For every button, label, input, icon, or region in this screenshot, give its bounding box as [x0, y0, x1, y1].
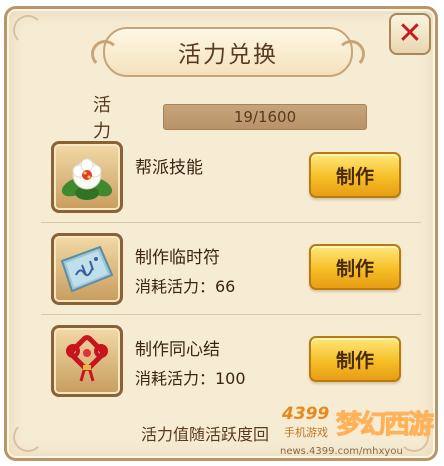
dialog-title: 活力兑换	[178, 42, 278, 68]
vitality-value: 19/1600	[233, 108, 297, 126]
chinese-knot-icon	[66, 335, 108, 382]
watermark-logo: 梦幻西游	[335, 410, 434, 441]
item-cost: 消耗活力：100	[135, 369, 246, 388]
watermark-brand-sub: 手机游戏	[284, 426, 328, 439]
watermark-brand-number: 4399	[282, 404, 330, 424]
footer-note: 活力值随活跃度回	[141, 425, 270, 444]
list-item-guild-skill: 帮派技能 制作	[47, 135, 421, 219]
divider	[41, 314, 421, 315]
make-button[interactable]: 制作	[309, 152, 401, 198]
make-button-label: 制作	[335, 349, 374, 372]
list-item-love-knot: 制作同心结 消耗活力：100 制作	[47, 319, 421, 403]
close-button[interactable]: ✕	[389, 13, 431, 55]
make-button[interactable]: 制作	[309, 244, 401, 290]
vitality-exchange-dialog: 活力兑换 ✕ 活 力 19/1600 帮派技能 制作 制作临时符 消耗活力：66…	[4, 6, 438, 461]
title-banner: 活力兑换	[91, 27, 365, 77]
item-icon-slot	[51, 233, 123, 305]
list-item-temp-talisman: 制作临时符 消耗活力：66 制作	[47, 227, 421, 311]
make-button[interactable]: 制作	[309, 336, 401, 382]
item-name: 制作临时符	[135, 248, 220, 268]
corner-ornament	[13, 15, 43, 45]
make-button-label: 制作	[335, 257, 374, 280]
lotus-flower-icon	[61, 158, 113, 200]
item-icon-slot	[51, 141, 123, 213]
item-name: 制作同心结	[135, 340, 220, 360]
item-cost: 消耗活力：66	[135, 277, 236, 296]
item-name: 帮派技能	[135, 158, 203, 178]
item-icon-slot	[51, 325, 123, 397]
talisman-scroll-icon	[60, 245, 114, 293]
corner-ornament	[13, 422, 43, 452]
watermark-url: news.4399.com/mhxyou	[280, 446, 403, 457]
make-button-label: 制作	[335, 165, 374, 188]
divider	[41, 222, 421, 223]
vitality-bar: 19/1600	[163, 104, 367, 130]
close-icon: ✕	[397, 16, 423, 51]
